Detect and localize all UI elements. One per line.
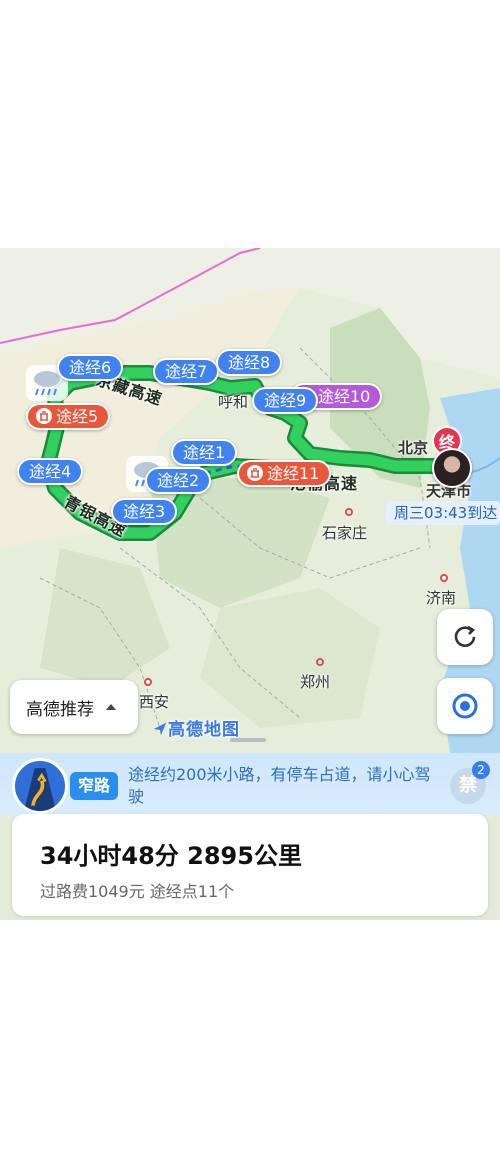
city-label-shijiazhuang: 石家庄 — [322, 524, 368, 542]
locate-button[interactable] — [437, 678, 493, 734]
waypoint-marker-2[interactable]: 途经2 — [145, 467, 212, 494]
waypoint-marker-3[interactable]: 途经3 — [111, 498, 178, 525]
drag-handle[interactable] — [230, 738, 266, 742]
waypoint-label-5: 途经5 — [56, 407, 99, 426]
toll-station-icon — [36, 407, 52, 424]
city-label-jinan: 济南 — [426, 589, 457, 607]
amap-logo: 高德地图 — [152, 715, 240, 740]
city-label-hohhot: 呼和 — [218, 393, 249, 411]
waypoint-marker-6[interactable]: 途经6 — [57, 354, 124, 381]
duration-distance: 34小时48分 2895公里 — [40, 842, 302, 870]
chevron-up-icon — [106, 704, 116, 710]
route-preference-dropdown[interactable]: 高德推荐 — [10, 680, 138, 734]
waypoint-marker-11[interactable]: 途经11 — [237, 460, 332, 487]
waypoint-marker-8[interactable]: 途经8 — [216, 349, 283, 376]
narrow-road-warning-bar[interactable]: 窄路 途经约200米小路，有停车占道，请小心驾驶 禁 2 — [0, 753, 500, 815]
city-label-xian: 西安 — [139, 693, 170, 711]
waypoint-marker-4[interactable]: 途经4 — [17, 458, 84, 485]
eta-label: 周三03:43到达 — [386, 501, 500, 525]
route-summary-card[interactable]: 34小时48分 2895公里 过路费1049元 途经点11个 — [12, 814, 488, 916]
toll-station-icon — [247, 464, 263, 481]
waypoint-marker-7[interactable]: 途经7 — [153, 358, 220, 385]
amap-logo-icon — [153, 722, 167, 736]
waypoint-marker-5[interactable]: 途经5 — [26, 403, 111, 430]
city-dot-shijiazhuang — [345, 508, 353, 516]
city-dot-xian — [144, 678, 152, 686]
user-avatar — [432, 448, 472, 488]
waypoint-marker-9[interactable]: 途经9 — [252, 387, 319, 414]
refresh-route-button[interactable] — [437, 609, 493, 665]
warning-message: 途经约200米小路，有停车占道，请小心驾驶 — [128, 765, 431, 806]
city-dot-zhengzhou — [316, 658, 324, 666]
amap-logo-text: 高德地图 — [168, 720, 240, 740]
narrow-road-badge: 窄路 — [70, 772, 118, 800]
waypoint-marker-1[interactable]: 途经1 — [171, 439, 238, 466]
toll-waypoint-details: 过路费1049元 途经点11个 — [40, 882, 235, 901]
city-label-zhengzhou: 郑州 — [300, 673, 331, 691]
city-dot-jinan — [440, 574, 448, 582]
route-overview-screen: 京藏高速 青银高速 沧榆高速 呼和 北京 天津市 石家庄 济南 郑州 西安 途经… — [0, 248, 500, 920]
warning-count-badge: 2 — [472, 761, 490, 779]
waypoint-label-11: 途经11 — [267, 464, 320, 483]
narrow-road-icon — [12, 758, 68, 814]
city-label-beijing: 北京 — [398, 439, 429, 457]
locate-icon — [452, 693, 478, 719]
refresh-icon — [454, 625, 476, 647]
route-preference-label: 高德推荐 — [26, 699, 94, 720]
